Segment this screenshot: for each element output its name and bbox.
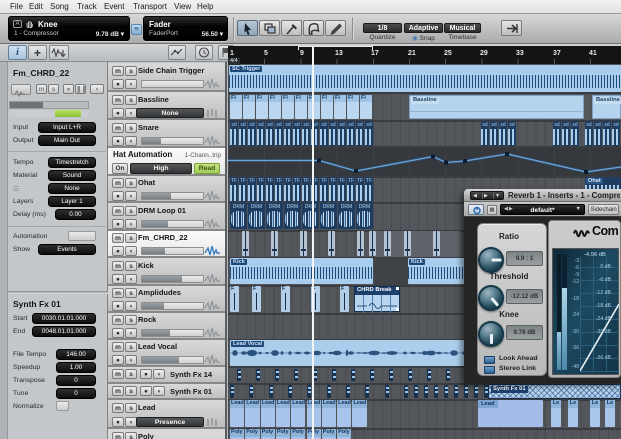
svg-text:-6 dB: -6 dB: [599, 277, 612, 283]
svg-text:-30: -30: [572, 329, 579, 335]
svg-text:-3: -3: [575, 258, 580, 264]
svg-text:-30 dB: -30 dB: [596, 329, 612, 335]
svg-text:-6: -6: [575, 265, 580, 271]
svg-text:-12: -12: [572, 279, 579, 285]
svg-text:-36 dB: -36 dB: [596, 355, 612, 361]
svg-text:-18 dB: -18 dB: [596, 303, 612, 309]
svg-text:-48: -48: [572, 364, 579, 370]
svg-text:-9: -9: [575, 272, 580, 278]
svg-text:-12 dB: -12 dB: [596, 290, 612, 296]
svg-text:0 dB: 0 dB: [600, 264, 611, 270]
svg-text:-18: -18: [572, 296, 579, 302]
svg-text:-24 dB: -24 dB: [596, 316, 612, 322]
svg-text:-36: -36: [572, 345, 579, 351]
svg-text:-24: -24: [572, 312, 579, 318]
